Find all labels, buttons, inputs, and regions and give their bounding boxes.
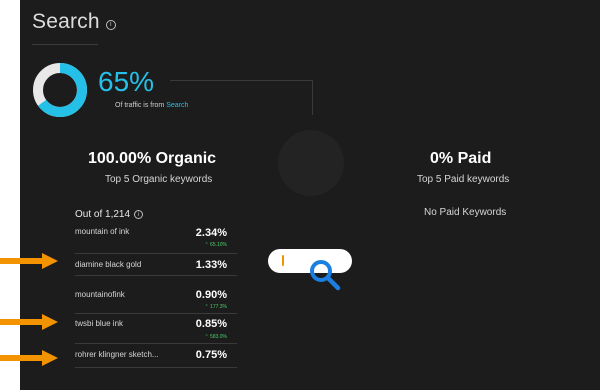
keywords-total: Out of 1,214 i — [75, 209, 144, 220]
keyword-row[interactable]: mountainofink 0.90% ⌃ 177.3% — [75, 284, 237, 314]
page-title: Search — [32, 10, 100, 33]
traffic-donut-chart — [33, 63, 87, 117]
keyword-row[interactable]: twsbi blue ink 0.85% ⌃ 583.0% — [75, 314, 237, 344]
text-cursor — [282, 255, 284, 266]
arrow-right-icon — [0, 253, 58, 269]
keyword-name[interactable]: twsbi blue ink — [75, 319, 123, 328]
paid-subheading: Top 5 Paid keywords — [417, 174, 510, 185]
no-paid-keywords: No Paid Keywords — [424, 207, 507, 218]
connector-line-horizontal — [170, 80, 312, 81]
keyword-share: 1.33% — [195, 259, 227, 271]
info-icon[interactable]: i — [105, 19, 116, 30]
keyword-change: ⌃ 583.0% — [204, 334, 227, 340]
keyword-share: 0.75% — [195, 349, 227, 361]
keyword-share: 0.85% — [195, 318, 227, 330]
keyword-share: 2.34% — [195, 227, 227, 239]
info-icon[interactable]: i — [134, 210, 144, 219]
center-circle — [278, 130, 344, 196]
traffic-caption-text: Of traffic is from — [115, 102, 165, 109]
keyword-name[interactable]: diamine black gold — [75, 260, 141, 269]
paid-heading: 0% Paid — [430, 150, 492, 167]
organic-subheading: Top 5 Organic keywords — [105, 174, 213, 185]
organic-heading: 100.00% Organic — [88, 150, 217, 167]
keyword-share: 0.90% — [195, 289, 227, 301]
traffic-caption-link[interactable]: Search — [166, 102, 188, 109]
keyword-row[interactable]: diamine black gold 1.33% — [75, 254, 237, 276]
arrow-right-icon — [0, 350, 58, 366]
keyword-change: ⌃ 177.3% — [204, 304, 227, 310]
title-divider — [32, 44, 98, 45]
traffic-percent: 65% — [98, 66, 155, 97]
keyword-row[interactable]: rohrer klingner sketch... 0.75% — [75, 344, 237, 368]
keyword-name[interactable]: mountainofink — [75, 290, 125, 299]
keywords-total-label: Out of 1,214 — [75, 209, 131, 220]
title-row: Search i — [32, 10, 116, 34]
magnifier-icon[interactable] — [308, 258, 342, 292]
keyword-change: ⌃ 65.10% — [204, 242, 227, 248]
connector-line-vertical — [312, 80, 313, 115]
keyword-name[interactable]: rohrer klingner sketch... — [75, 350, 159, 359]
traffic-caption: Of traffic is from Search — [115, 102, 188, 109]
arrow-right-icon — [0, 314, 58, 330]
search-traffic-panel: Search i 65% Of traffic is from Search 1… — [20, 0, 600, 390]
keyword-name[interactable]: mountain of ink — [75, 227, 129, 236]
keyword-row[interactable]: mountain of ink 2.34% ⌃ 65.10% — [75, 224, 237, 254]
